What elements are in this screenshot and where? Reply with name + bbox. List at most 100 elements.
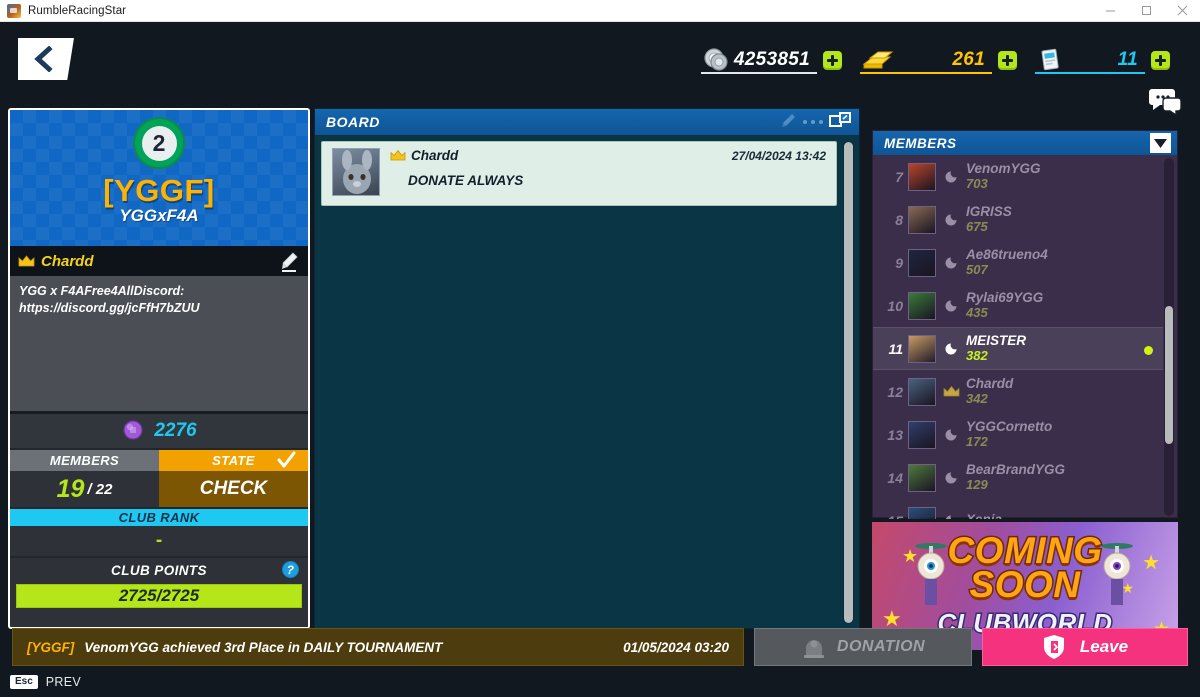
online-status-dot [1144, 346, 1153, 355]
club-info-panel: 2 [YGGF] YGGxF4A Chardd YGG x F4AFree4Al… [8, 108, 310, 629]
game-viewport: 4253851 261 11 2 [YGGF] YGGxF4A Chardd Y… [0, 22, 1200, 697]
moon-icon [942, 168, 960, 186]
moon-icon [942, 426, 960, 444]
club-description-box: YGG x F4AFree4AllDiscord: https://discor… [10, 276, 308, 414]
expand-window-icon[interactable] [829, 111, 851, 133]
question-icon[interactable]: ? [282, 561, 299, 578]
member-avatar [908, 420, 936, 449]
back-button[interactable] [18, 38, 74, 80]
crown-icon [942, 383, 960, 401]
member-text: Xenia [966, 512, 1002, 519]
pencil-icon[interactable] [781, 112, 797, 133]
club-name: YGGxF4A [119, 206, 199, 225]
member-name: MEISTER [966, 333, 1027, 349]
moon-icon [942, 512, 960, 519]
member-text: BearBrandYGG 129 [966, 462, 1065, 493]
maximize-icon[interactable] [1128, 0, 1164, 22]
currency-tickets: 11 [1035, 43, 1188, 77]
club-rank-label: CLUB RANK [10, 507, 308, 526]
club-emblem-number: 2 [141, 125, 177, 161]
board-title: BOARD [326, 114, 380, 130]
members-current: 19 [56, 474, 85, 503]
board-header: BOARD [315, 109, 859, 135]
member-rank: 14 [887, 469, 903, 486]
window-controls [1092, 0, 1200, 22]
member-rank: 12 [887, 383, 903, 400]
gold-amount: 261 [952, 49, 985, 70]
member-score: 129 [966, 477, 988, 493]
members-scrollbar-thumb[interactable] [1165, 306, 1173, 444]
add-gold-button[interactable] [997, 49, 1018, 71]
donation-icon [803, 640, 824, 658]
member-row[interactable]: 8 IGRISS 675 [873, 198, 1163, 241]
coin-icon [701, 47, 731, 73]
member-row[interactable]: 12 Chardd 342 [873, 370, 1163, 413]
ellipsis-icon[interactable] [803, 120, 823, 124]
members-title: MEMBERS [884, 135, 957, 151]
members-scrollbar[interactable] [1164, 158, 1174, 516]
member-score: 435 [966, 305, 988, 321]
state-stat: STATE CHECK [159, 450, 308, 507]
member-text: YGGCornetto 172 [966, 419, 1053, 449]
club-rank-row: - [10, 526, 308, 558]
add-tickets-button[interactable] [1150, 49, 1171, 71]
member-score: 342 [966, 391, 988, 407]
club-points-bar: 2725/2725 [16, 584, 302, 608]
club-points-bar-wrap: 2725/2725 [10, 582, 308, 615]
board-scrollbar-thumb[interactable] [844, 142, 853, 623]
member-row[interactable]: 13 YGGCornetto 172 [873, 413, 1163, 456]
leave-button[interactable]: Leave [982, 628, 1188, 666]
minimize-icon[interactable] [1092, 0, 1128, 22]
member-rank: 15 [879, 513, 903, 520]
ticker-message: VenomYGG achieved 3rd Place in DAILY TOU… [84, 639, 443, 655]
donation-button[interactable]: DONATION [754, 628, 972, 666]
club-points-label: CLUB POINTS [111, 562, 207, 578]
moon-icon [942, 211, 960, 229]
post-topline: Chardd 27/04/2024 13:42 [390, 148, 826, 163]
close-icon[interactable] [1164, 0, 1200, 22]
club-gem-row: 2276 [10, 414, 308, 450]
member-row[interactable]: 14 BearBrandYGG 129 [873, 456, 1163, 499]
ticker-club-tag: [YGGF] [27, 639, 75, 655]
board-post[interactable]: Chardd 27/04/2024 13:42 DONATE ALWAYS [321, 141, 837, 206]
currency-coins: 4253851 [700, 43, 860, 77]
board-actions [781, 109, 851, 135]
members-stat-value: 19 / 22 [10, 471, 159, 507]
club-tag: [YGGF] [103, 173, 215, 208]
member-text: VenomYGG 703 [966, 161, 1041, 191]
member-rank: 11 [888, 340, 903, 357]
add-coins-button[interactable] [822, 49, 843, 71]
member-row[interactable]: 7 VenomYGG 703 [873, 155, 1163, 198]
leave-label: Leave [1079, 637, 1129, 656]
moon-icon [942, 254, 960, 272]
member-avatar [908, 291, 936, 320]
check-icon [277, 451, 296, 468]
member-name: Chardd [966, 376, 1014, 392]
club-rank-value: - [155, 530, 163, 552]
member-rank: 10 [887, 297, 903, 314]
member-text: Rylai69YGG 435 [966, 290, 1043, 321]
chevron-down-icon[interactable] [1150, 133, 1171, 153]
members-list[interactable]: 7 VenomYGG 703 8 IGRISS 675 9 Ae86trueno4 507 10 R… [873, 155, 1177, 519]
member-name: IGRISS [966, 204, 1012, 220]
club-owner-row: Chardd [10, 246, 308, 276]
chat-bubble-icon[interactable] [1146, 86, 1186, 118]
banner-line-2: SOON [968, 563, 1081, 607]
moon-icon [942, 297, 960, 315]
member-row[interactable]: 11 MEISTER 382 [873, 327, 1163, 370]
members-panel: MEMBERS 7 VenomYGG 703 8 IGRISS 675 9 Ae86truen… [872, 130, 1178, 519]
crown-icon [390, 149, 406, 161]
member-score: 675 [966, 219, 988, 235]
member-text: Chardd 342 [966, 376, 1014, 407]
member-rank: 7 [895, 168, 903, 185]
member-avatar [908, 205, 936, 234]
board-scrollbar[interactable] [843, 141, 854, 624]
member-row[interactable]: 15 Xenia [873, 499, 1163, 519]
member-row[interactable]: 10 Rylai69YGG 435 [873, 284, 1163, 327]
app-root: RumbleRacingStar 4253851 261 11 2 [YGGF]… [0, 0, 1200, 697]
member-text: Ae86trueno4 507 [966, 247, 1048, 277]
crown-icon [18, 255, 35, 267]
pencil-icon[interactable] [279, 251, 299, 273]
member-name: YGGCornetto [966, 419, 1053, 435]
member-row[interactable]: 9 Ae86trueno4 507 [873, 241, 1163, 284]
